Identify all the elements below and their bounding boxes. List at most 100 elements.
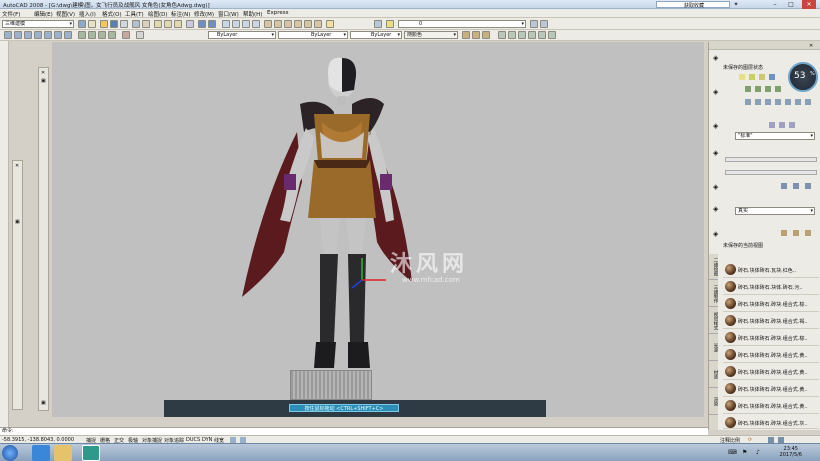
chevron-down-icon[interactable]: ▾ (521, 21, 524, 27)
menu-file[interactable]: 文件(F) (2, 10, 20, 18)
render-panel-icon[interactable]: ◈ (713, 183, 718, 191)
open-folder-icon[interactable] (100, 20, 108, 28)
tab-render[interactable]: 渲染 (709, 389, 718, 415)
named-view-icon[interactable] (793, 230, 799, 236)
tab-2d[interactable]: 二维绘图 (709, 254, 718, 280)
chevron-down-icon[interactable]: ▾ (343, 32, 346, 38)
lights-icon[interactable] (482, 31, 490, 39)
walk-icon[interactable] (775, 99, 781, 105)
layer-state-label[interactable]: 未保存的图层状态 (723, 64, 763, 71)
list-item[interactable]: 砖石.块体砖石.砖块.组合式.褐.. (723, 313, 819, 329)
tab-light[interactable]: 光源 (709, 335, 718, 361)
style-select[interactable]: "标准" ▾ (735, 132, 815, 140)
navigate-hint-button[interactable]: 按住鼠标拖动 <CTRL+SHIFT+C> (289, 404, 399, 412)
layer-select[interactable]: 0 ▾ (398, 20, 526, 28)
keyboard-icon[interactable]: ⌨ (728, 449, 737, 456)
pan-icon[interactable] (755, 99, 761, 105)
iso-sw-icon[interactable] (78, 31, 86, 39)
palette-options-icon[interactable]: ▣ (15, 219, 20, 225)
menu-dimension[interactable]: 标注(N) (171, 10, 190, 18)
list-item[interactable]: 砖石.块体砖石.砖块.组合式.棕.. (723, 330, 819, 346)
chevron-down-icon[interactable]: ▾ (69, 21, 72, 27)
view-manager-icon[interactable] (781, 230, 787, 236)
linetype-select[interactable]: ByLayer ▾ (278, 31, 348, 39)
zoom-previous-icon[interactable] (252, 20, 260, 28)
preview-icon[interactable] (132, 20, 140, 28)
command-line[interactable]: 命令: (0, 427, 708, 435)
tool-palette-right[interactable]: ✕ ▣ ▣ (38, 67, 49, 411)
favorites-label[interactable]: 获取收藏 (684, 2, 704, 9)
help-icon[interactable] (326, 20, 334, 28)
tool-palette-left[interactable]: ✕ ▣ (12, 160, 23, 410)
start-button[interactable] (2, 445, 18, 461)
design-center-icon[interactable] (274, 20, 282, 28)
palette-menu-icon[interactable]: ▣ (41, 400, 46, 406)
iso-ne-icon[interactable] (98, 31, 106, 39)
wireframe-3d-icon[interactable] (508, 31, 516, 39)
3d-nav-icon[interactable]: ◈ (713, 88, 718, 96)
render-icon[interactable] (781, 183, 787, 189)
render-region-icon[interactable] (793, 183, 799, 189)
chevron-down-icon[interactable]: ▾ (810, 208, 813, 214)
close-icon[interactable]: ✕ (802, 0, 816, 9)
markup-icon[interactable] (304, 20, 312, 28)
iso-nw-icon[interactable] (108, 31, 116, 39)
previous-layer-icon[interactable] (540, 20, 548, 28)
menu-tools[interactable]: 工具(T) (125, 10, 144, 18)
layer-prev-icon[interactable] (745, 86, 751, 92)
materials-icon[interactable] (472, 31, 480, 39)
menu-modify[interactable]: 修改(M) (194, 10, 214, 18)
plotstyle-select[interactable]: 随颜色 ▾ (404, 31, 458, 39)
info-icon[interactable]: ✦ (732, 1, 740, 8)
list-item[interactable]: 砖石.块体砖石.砖块.组合式.黄.. (723, 398, 819, 414)
view-left-icon[interactable] (34, 31, 42, 39)
cut-icon[interactable] (154, 20, 162, 28)
lineweight-select[interactable]: ByLayer ▾ (350, 31, 402, 39)
sheet-set-icon[interactable] (294, 20, 302, 28)
table-style-icon[interactable] (789, 122, 795, 128)
explorer-icon[interactable] (54, 445, 72, 461)
render-window-icon[interactable] (805, 183, 811, 189)
visual-style-manager-icon[interactable] (548, 31, 556, 39)
freeze-icon[interactable] (749, 74, 755, 80)
view-top-icon[interactable] (14, 31, 22, 39)
chevron-down-icon[interactable]: ▾ (271, 32, 274, 38)
list-item[interactable]: 砖石.块体砖石.砖块.组合式.灰.. (723, 415, 819, 429)
contrast-slider[interactable] (725, 170, 817, 175)
text-style-icon[interactable] (769, 122, 775, 128)
layer-icon[interactable] (769, 74, 775, 80)
dim-style-icon[interactable] (779, 122, 785, 128)
list-item[interactable]: 砖石.块体砖石.砖块.组合式.棕.. (723, 296, 819, 312)
chevron-down-icon[interactable]: ▾ (810, 133, 813, 139)
light-bulb-icon[interactable] (739, 74, 745, 80)
menu-insert[interactable]: 插入(I) (79, 10, 96, 18)
minimize-icon[interactable]: – (768, 0, 782, 9)
publish-icon[interactable] (142, 20, 150, 28)
tab-material[interactable]: 材质 (709, 362, 718, 388)
camera-icon[interactable] (795, 99, 801, 105)
new-file-icon[interactable] (88, 20, 96, 28)
list-item[interactable]: 砖石.块体砖石.砖块.组合式.黄.. (723, 364, 819, 380)
close-icon[interactable]: ✕ (41, 70, 45, 76)
visual-panel-icon[interactable]: ◈ (713, 205, 718, 213)
chevron-down-icon[interactable]: ▾ (453, 32, 456, 38)
undo-icon[interactable] (198, 20, 206, 28)
print-icon[interactable] (120, 20, 128, 28)
paste-icon[interactable] (174, 20, 182, 28)
ucs-icon[interactable] (4, 31, 12, 39)
realistic-icon[interactable] (528, 31, 536, 39)
match-properties-icon[interactable] (186, 20, 194, 28)
wireframe-2d-icon[interactable] (498, 31, 506, 39)
autocad-icon[interactable] (82, 445, 100, 461)
view-front-icon[interactable] (54, 31, 62, 39)
color-select[interactable]: ByLayer ▾ (208, 31, 276, 39)
menu-draw[interactable]: 绘图(D) (148, 10, 168, 18)
save-icon[interactable] (110, 20, 118, 28)
copy-icon[interactable] (164, 20, 172, 28)
workspace-settings-icon[interactable] (78, 20, 86, 28)
layer-match-icon[interactable] (775, 86, 781, 92)
brightness-slider[interactable] (725, 157, 817, 162)
view-panel-icon[interactable]: ◈ (713, 230, 718, 238)
workspace-select[interactable]: 三维建模 ▾ (2, 20, 74, 28)
ie-icon[interactable] (32, 445, 50, 461)
